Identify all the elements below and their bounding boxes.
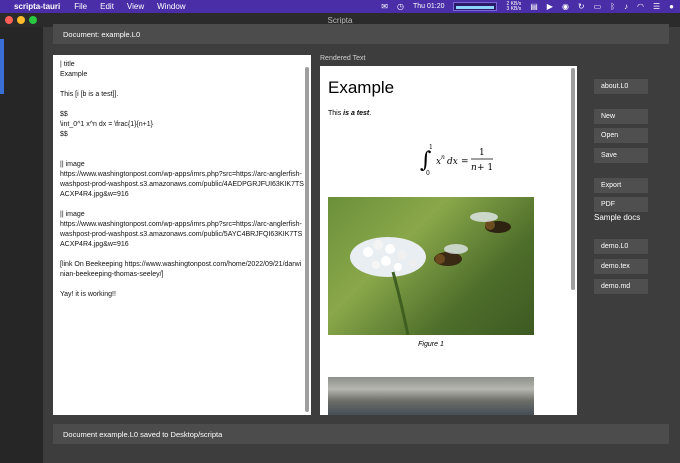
rendered-math-equation: ∫ 1 0 x n dx = 1 n + 1: [420, 139, 510, 183]
export-button[interactable]: Export: [594, 178, 648, 193]
figure-1-caption: Figure 1: [418, 341, 444, 348]
left-strip: [0, 27, 43, 463]
document-header: Document: example.L0: [53, 24, 669, 44]
editor-line[interactable]: [60, 280, 305, 290]
menu-window[interactable]: Window: [157, 2, 185, 11]
clock-icon: ◷: [396, 2, 404, 11]
net-down: 3 KB/s: [506, 5, 522, 12]
rendered-text-label: Rendered Text: [320, 55, 366, 62]
para-suffix: .: [369, 110, 372, 117]
editor-line[interactable]: [60, 140, 305, 150]
sample-demo-tex-button[interactable]: demo.tex: [594, 259, 648, 274]
minimize-window-button[interactable]: [17, 16, 25, 24]
svg-text:+ 1: + 1: [477, 163, 493, 173]
about-button[interactable]: about.L0: [594, 79, 648, 94]
volume-icon[interactable]: ♪: [624, 2, 628, 11]
editor-line[interactable]: $$: [60, 110, 305, 120]
editor-line[interactable]: [60, 250, 305, 260]
para-emphasis: is a test: [343, 110, 370, 117]
open-button[interactable]: Open: [594, 128, 648, 143]
record-icon[interactable]: ◉: [562, 2, 569, 11]
menu-edit[interactable]: Edit: [100, 2, 114, 11]
battery-icon[interactable]: ▭: [594, 2, 602, 11]
menu-clock[interactable]: Thu 01:20: [413, 3, 445, 10]
control-center-icon[interactable]: ☰: [653, 2, 660, 11]
sample-docs-label: Sample docs: [594, 213, 641, 222]
editor-line[interactable]: https://www.washingtonpost.com/wp-apps/i…: [60, 220, 305, 250]
editor-scrollbar[interactable]: [305, 67, 309, 412]
editor-line[interactable]: $$: [60, 130, 305, 140]
rendered-title: Example: [328, 78, 395, 97]
rendered-scrollbar[interactable]: [571, 68, 575, 290]
svg-text:n: n: [441, 154, 445, 161]
svg-text:dx: dx: [447, 157, 458, 167]
close-window-button[interactable]: [5, 16, 13, 24]
rendered-panel[interactable]: Example This is a test. ∫ 1 0 x n dx = 1…: [320, 66, 577, 415]
wifi-icon[interactable]: ◠: [637, 2, 644, 11]
figure-2-beehive-photo: [328, 377, 534, 415]
rendered-paragraph: This is a test.: [328, 110, 371, 117]
cpu-graph-icon[interactable]: [453, 2, 498, 11]
editor-line[interactable]: [60, 150, 305, 160]
source-editor[interactable]: | title Example This [i [b is a test]]. $$ \…: [53, 55, 311, 415]
new-button[interactable]: New: [594, 109, 648, 124]
bluetooth-icon[interactable]: ᛒ: [610, 2, 615, 11]
editor-line[interactable]: [link On Beekeeping https://www.washingt…: [60, 260, 305, 280]
editor-line[interactable]: Yay! it is working!!: [60, 290, 305, 300]
editor-line[interactable]: This [i [b is a test]].: [60, 90, 305, 100]
figure-1-bee-photo: [328, 197, 534, 335]
sample-demo-l0-button[interactable]: demo.L0: [594, 239, 648, 254]
editor-line[interactable]: Example: [60, 70, 305, 80]
siri-icon[interactable]: ●: [669, 2, 674, 11]
svg-text:=: =: [461, 157, 469, 167]
drive-icon[interactable]: ▤: [530, 2, 538, 11]
para-prefix: This: [328, 110, 344, 117]
editor-line[interactable]: || image: [60, 160, 305, 170]
editor-line[interactable]: [60, 80, 305, 90]
integral-equation-graphic: ∫ 1 0 x n dx = 1 n + 1: [420, 144, 493, 177]
play-icon[interactable]: ▶: [547, 2, 553, 11]
maximize-window-button[interactable]: [29, 16, 37, 24]
menu-app-name[interactable]: scripta-tauri: [14, 2, 60, 11]
traffic-lights: [5, 16, 37, 24]
editor-line[interactable]: \int_0^1 x^n dx = \frac{1}{n+1}: [60, 120, 305, 130]
status-bar: Document example.L0 saved to Desktop/scr…: [53, 424, 669, 444]
editor-line[interactable]: [60, 100, 305, 110]
macos-menu-bar: scripta-tauri File Edit View Window ✉ ◷ …: [0, 0, 680, 13]
sync-icon[interactable]: ↻: [578, 2, 585, 11]
editor-line[interactable]: | title: [60, 60, 305, 70]
svg-text:1: 1: [479, 148, 485, 158]
save-button[interactable]: Save: [594, 148, 648, 163]
pdf-button[interactable]: PDF: [594, 197, 648, 212]
mail-icon[interactable]: ✉: [381, 2, 388, 11]
bee-flowers-illustration: [350, 212, 511, 335]
editor-line[interactable]: || image: [60, 210, 305, 220]
network-speed: 2 KB/s 3 KB/s: [506, 1, 522, 12]
svg-text:1: 1: [429, 144, 433, 151]
editor-line[interactable]: https://www.washingtonpost.com/wp-apps/i…: [60, 170, 305, 200]
left-accent-bar: [0, 39, 4, 94]
svg-text:0: 0: [426, 170, 430, 177]
editor-text[interactable]: | title Example This [i [b is a test]]. $$ \…: [60, 60, 305, 300]
sample-demo-md-button[interactable]: demo.md: [594, 279, 648, 294]
menu-view[interactable]: View: [127, 2, 144, 11]
menu-file[interactable]: File: [74, 2, 87, 11]
editor-line[interactable]: [60, 200, 305, 210]
